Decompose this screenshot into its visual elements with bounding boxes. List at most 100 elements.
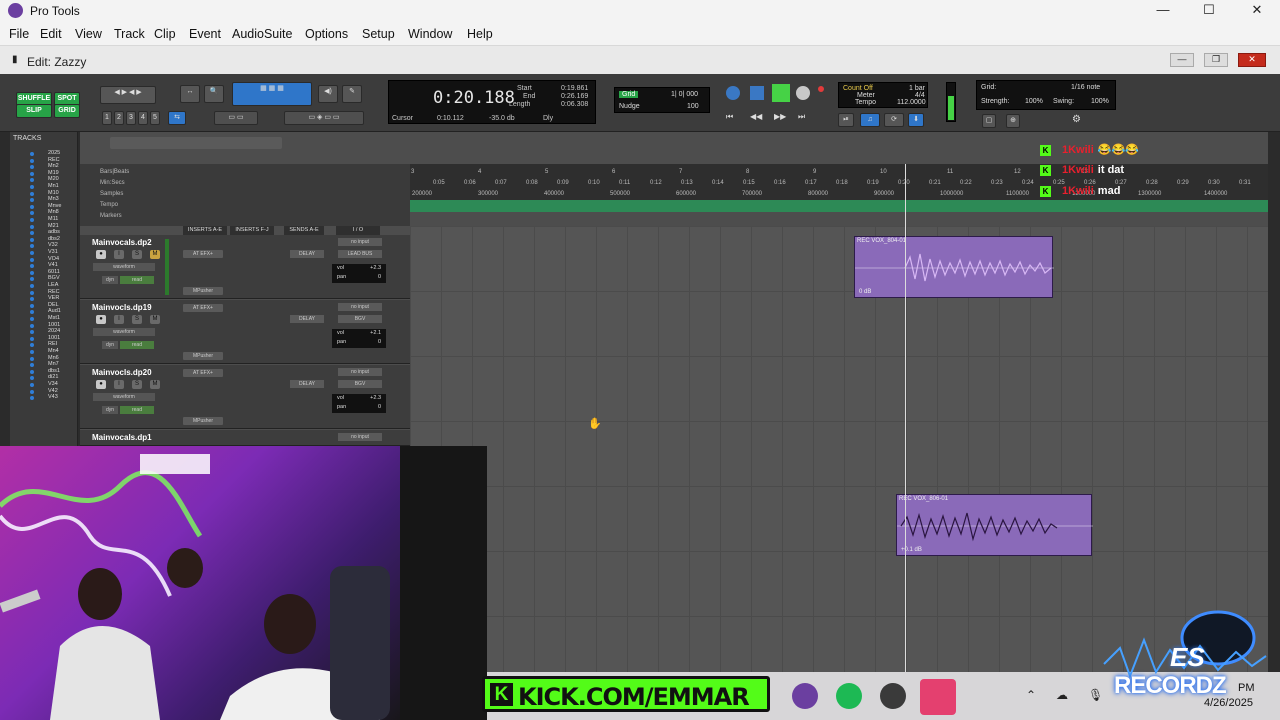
insert-slot-plugin[interactable]: MPusher <box>183 417 223 425</box>
menu-setup[interactable]: Setup <box>362 27 395 41</box>
nudge-value[interactable]: 100 <box>687 103 699 110</box>
track-active-icon[interactable] <box>30 297 34 302</box>
track-view-select[interactable]: waveform <box>93 328 155 336</box>
track-name[interactable]: Mainvocals.dp2 <box>92 238 152 247</box>
tracks-list-item[interactable]: 2025 <box>48 150 60 156</box>
track-active-icon[interactable] <box>30 336 34 341</box>
output-select[interactable]: LEAD BUS <box>338 250 382 258</box>
volume-value[interactable]: +2.3 <box>370 264 381 273</box>
track-active-icon[interactable] <box>30 158 34 163</box>
tracks-list-item[interactable]: V41 <box>48 262 58 268</box>
speaker-tool-icon[interactable]: ◀) <box>318 85 338 103</box>
count-off-label[interactable]: Count Off <box>843 85 873 92</box>
zoom-preset-5[interactable]: 5 <box>150 111 160 125</box>
edit-minimize-icon[interactable]: — <box>1170 53 1194 67</box>
playhead-cursor[interactable] <box>905 164 906 672</box>
bar-value[interactable]: 1 bar <box>909 85 925 92</box>
output-select[interactable]: BGV <box>338 380 382 388</box>
tracks-list-item[interactable]: Mn6 <box>48 355 59 361</box>
solo-button[interactable]: S <box>132 250 142 259</box>
track-active-icon[interactable] <box>30 376 34 381</box>
track-active-icon[interactable] <box>30 231 34 236</box>
automation-mode-select[interactable]: read <box>120 276 154 284</box>
maximize-icon[interactable]: ☐ <box>1194 2 1224 20</box>
slip-mode-button[interactable]: SLIP <box>16 104 52 118</box>
obs-taskbar-icon[interactable] <box>880 683 906 709</box>
zoom-preset-3[interactable]: 3 <box>126 111 136 125</box>
tracks-list-item[interactable]: BGV <box>48 275 60 281</box>
record-enable-icon[interactable]: ● <box>96 380 106 389</box>
track-active-icon[interactable] <box>30 350 34 354</box>
start-value[interactable]: 0:19.861 <box>561 85 588 92</box>
scroll-bar[interactable] <box>110 137 282 149</box>
track-active-icon[interactable] <box>30 218 34 222</box>
play-icon[interactable] <box>772 84 790 102</box>
pan-value[interactable]: 0 <box>378 273 381 282</box>
tracks-list-item[interactable]: V43 <box>48 394 58 400</box>
tracks-list-item[interactable]: Aud1 <box>48 308 61 314</box>
zoom-buttons[interactable]: ◀ ▶ ◀ ▶ <box>100 86 156 104</box>
track-view-select[interactable]: waveform <box>93 393 155 401</box>
track-active-icon[interactable] <box>30 211 34 216</box>
vol-pan-display[interactable]: vol +2.3 pan 0 <box>332 264 386 283</box>
stop-icon[interactable] <box>750 86 764 100</box>
track-name[interactable]: Mainvocls.dp19 <box>92 303 152 312</box>
audio-clip[interactable]: REC VOX_804-01 0 dB <box>854 236 1054 298</box>
tracks-list-item[interactable]: 6011 <box>48 269 60 275</box>
tracks-list-item[interactable]: dbs2 <box>48 236 60 242</box>
menu-help[interactable]: Help <box>467 27 493 41</box>
minimize-icon[interactable]: — <box>1148 2 1178 20</box>
rewind-icon[interactable]: ⏮ <box>726 112 733 122</box>
spotify-taskbar-icon[interactable] <box>836 683 862 709</box>
input-select[interactable]: no input <box>338 303 382 311</box>
tracks-list-item[interactable]: DEL <box>48 302 59 308</box>
pan-value[interactable]: 0 <box>378 403 381 412</box>
track-name[interactable]: Mainvocals.dp1 <box>92 433 152 442</box>
track-active-icon[interactable] <box>30 178 34 183</box>
length-value[interactable]: 0:06.308 <box>561 101 588 108</box>
track-active-icon[interactable] <box>30 343 34 348</box>
track-active-icon[interactable] <box>30 330 34 335</box>
tracks-list-item[interactable]: adbs <box>48 229 60 235</box>
input-select[interactable]: no input <box>338 238 382 246</box>
send-slot-a[interactable]: DELAY <box>290 380 324 388</box>
track-active-icon[interactable] <box>30 303 34 308</box>
automation-mode-select[interactable]: read <box>120 341 154 349</box>
zoom-toggle-icon[interactable]: ⊕ <box>1006 114 1020 128</box>
menu-track[interactable]: Track <box>114 27 145 41</box>
track-active-icon[interactable] <box>30 363 34 368</box>
swing-value[interactable]: 100% <box>1091 98 1109 105</box>
grid-value[interactable]: 1| 0| 000 <box>671 91 698 98</box>
network-icon[interactable]: ☁ <box>1056 688 1068 702</box>
menu-audiosuite[interactable]: AudioSuite <box>232 27 292 41</box>
tracks-list-item[interactable]: REI <box>48 341 57 347</box>
record-enable-icon[interactable]: ● <box>96 250 106 259</box>
track-active-icon[interactable] <box>30 284 34 288</box>
tracks-list-item[interactable]: M19 <box>48 170 59 176</box>
tracks-list-item[interactable]: Mn2 <box>48 163 59 169</box>
forward-icon[interactable]: ▶▶ <box>774 112 786 121</box>
record-enable-icon[interactable]: ● <box>96 315 106 324</box>
pro-tools-taskbar-icon[interactable] <box>792 683 818 709</box>
tracks-list-item[interactable]: Mn3 <box>48 196 59 202</box>
sends-ae-header[interactable]: SENDS A-E <box>284 226 324 235</box>
insert-slot-plugin[interactable]: MPusher <box>183 287 223 295</box>
menu-view[interactable]: View <box>75 27 102 41</box>
zoom-preset-4[interactable]: 4 <box>138 111 148 125</box>
output-select[interactable]: BGV <box>338 315 382 323</box>
solo-button[interactable]: S <box>132 380 142 389</box>
track-active-icon[interactable] <box>30 323 34 328</box>
settings-gear-icon[interactable]: ⚙ <box>1072 114 1081 125</box>
track-view-select[interactable]: waveform <box>93 263 155 271</box>
io-header[interactable]: I / O <box>336 226 380 235</box>
main-counter-value[interactable]: 0:20.188 <box>433 88 515 108</box>
tracks-list-item[interactable]: Mn8 <box>48 209 59 215</box>
tiktok-taskbar-icon[interactable] <box>920 679 956 715</box>
conductor-icon[interactable]: ⬇ <box>908 113 924 127</box>
track-name[interactable]: Mainvocls.dp20 <box>92 368 152 377</box>
tracks-list-item[interactable]: M11 <box>48 216 58 222</box>
track-active-icon[interactable] <box>30 257 34 262</box>
track-active-icon[interactable] <box>30 237 34 242</box>
zoom-preset-2[interactable]: 2 <box>114 111 124 125</box>
input-monitor-button[interactable]: I <box>114 380 124 389</box>
